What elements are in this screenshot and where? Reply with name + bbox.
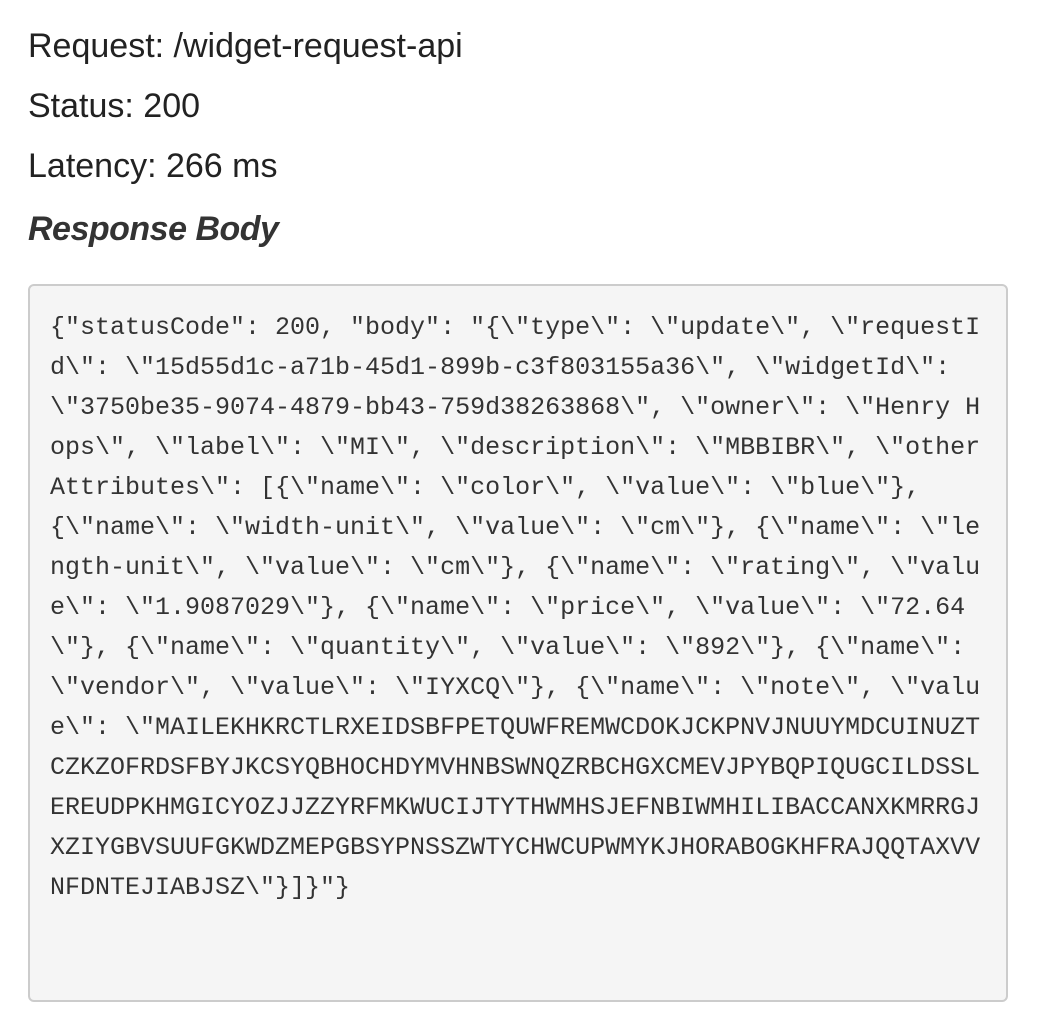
latency-line: Latency: 266 ms: [28, 146, 277, 186]
request-label: Request:: [28, 27, 165, 65]
status-line: Status: 200: [28, 86, 200, 126]
response-body-heading: Response Body: [28, 210, 279, 248]
latency-value: 266 ms: [165, 147, 278, 185]
status-label: Status:: [28, 87, 134, 125]
status-code: 200: [143, 87, 201, 125]
latency-label: Latency:: [28, 147, 157, 185]
response-body-text[interactable]: {"statusCode": 200, "body": "{\"type\": …: [50, 308, 986, 908]
request-path: /widget-request-api: [173, 27, 463, 65]
response-body-panel: {"statusCode": 200, "body": "{\"type\": …: [28, 284, 1008, 1002]
request-line: Request: /widget-request-api: [28, 26, 463, 66]
